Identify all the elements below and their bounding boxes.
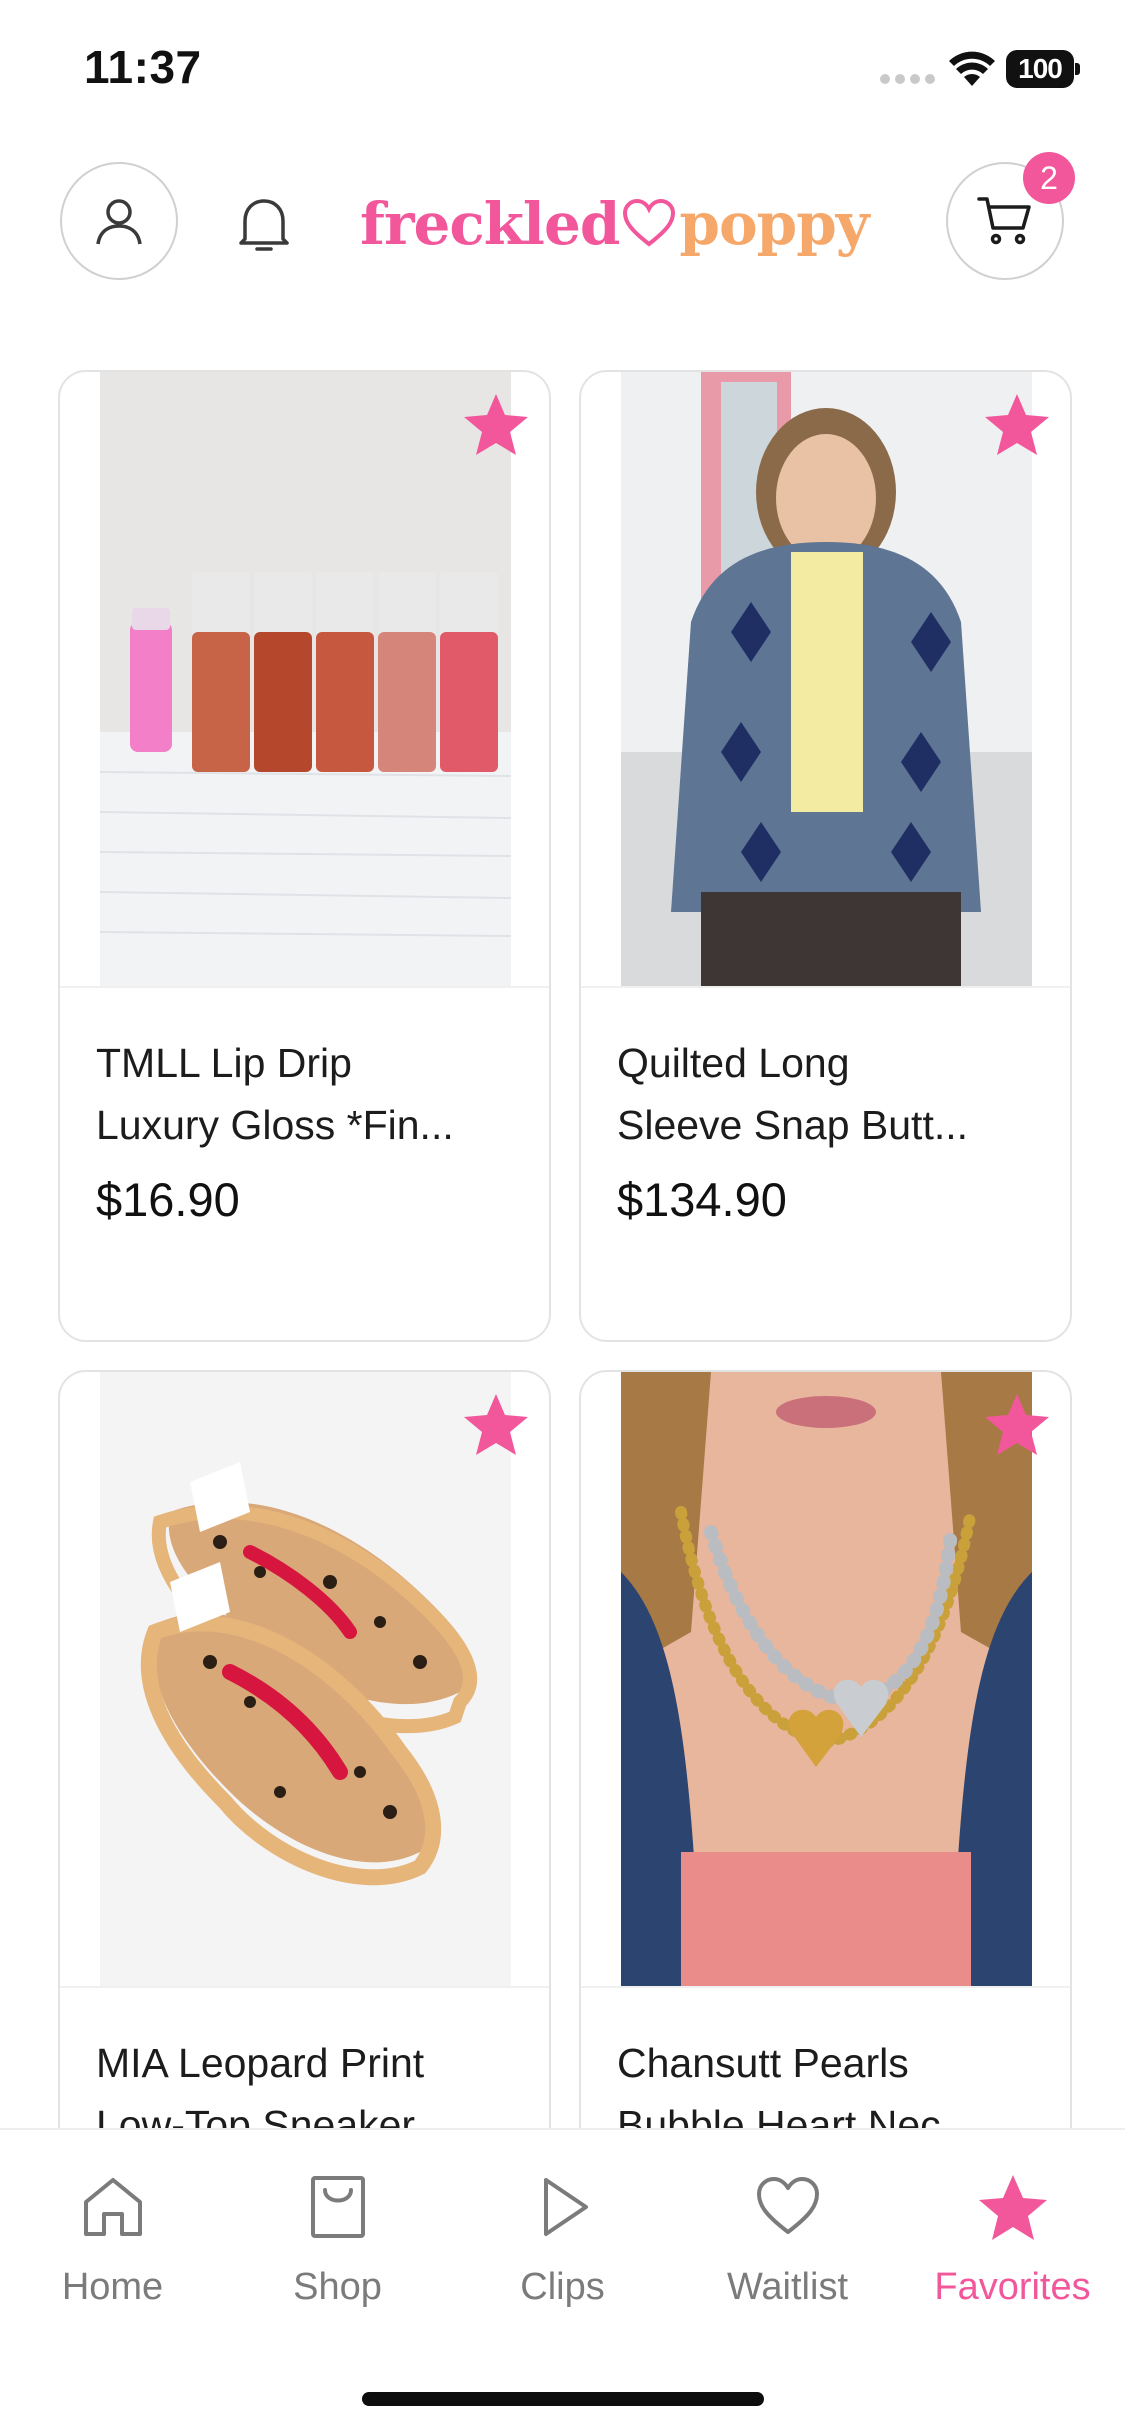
tab-label: Favorites xyxy=(934,2266,1091,2308)
product-card[interactable]: TMLL Lip Drip Luxury Gloss *Fin... $16.9… xyxy=(58,370,551,1342)
notifications-button[interactable] xyxy=(226,186,302,262)
tab-label: Home xyxy=(61,2266,164,2308)
battery-icon: 100 xyxy=(1006,50,1080,88)
app-screen: 11:37 100 freckled poppy 2 TMLL Lip Drip… xyxy=(0,0,1125,2436)
tab-favorites[interactable]: Favorites xyxy=(900,2130,1125,2330)
home-indicator[interactable] xyxy=(362,2392,764,2406)
product-image[interactable] xyxy=(621,372,1032,986)
status-bar: 11:37 100 xyxy=(0,0,1125,140)
heart-necklace-photo xyxy=(621,1372,1032,1986)
logo-text-poppy: poppy xyxy=(679,190,869,258)
tab-home[interactable]: Home xyxy=(0,2130,225,2330)
lip-gloss-photo xyxy=(100,372,511,986)
tab-waitlist[interactable]: Waitlist xyxy=(675,2130,900,2330)
cellular-signal-icon xyxy=(880,74,935,84)
logo-heart-icon xyxy=(623,198,676,247)
brand-logo: freckled poppy xyxy=(360,184,869,264)
home-icon xyxy=(83,2178,142,2236)
tab-shop[interactable]: Shop xyxy=(225,2130,450,2330)
tab-label: Waitlist xyxy=(726,2266,849,2308)
play-icon xyxy=(543,2178,588,2236)
cart-count-badge: 2 xyxy=(1023,152,1075,204)
cart-icon xyxy=(977,197,1031,245)
leopard-sneakers-photo xyxy=(100,1372,511,1986)
shopping-bag-icon xyxy=(310,2176,365,2238)
favorite-star-icon[interactable] xyxy=(461,390,531,460)
product-title[interactable]: TMLL Lip Drip Luxury Gloss *Fin... xyxy=(96,1032,526,1156)
product-image[interactable] xyxy=(100,1372,511,1986)
product-price: $134.90 xyxy=(617,1173,787,1226)
product-image[interactable] xyxy=(100,372,511,986)
favorite-star-icon[interactable] xyxy=(982,1390,1052,1460)
tab-clips[interactable]: Clips xyxy=(450,2130,675,2330)
quilted-jacket-photo xyxy=(621,372,1032,986)
product-image[interactable] xyxy=(621,1372,1032,1986)
tab-label: Shop xyxy=(293,2266,382,2308)
tab-label: Clips xyxy=(520,2266,605,2308)
product-price: $16.90 xyxy=(96,1173,240,1226)
app-header: freckled poppy 2 xyxy=(0,150,1125,290)
favorite-star-icon[interactable] xyxy=(461,1390,531,1460)
bottom-tab-bar: Home Shop Clips Waitlist Favorites xyxy=(0,2128,1125,2436)
battery-level: 100 xyxy=(1006,50,1074,88)
user-icon xyxy=(96,199,142,245)
bell-icon xyxy=(239,199,289,251)
product-card[interactable]: Quilted Long Sleeve Snap Butt... $134.90 xyxy=(579,370,1072,1342)
profile-button[interactable] xyxy=(60,162,178,280)
star-icon xyxy=(978,2175,1047,2240)
wifi-icon xyxy=(949,51,995,86)
status-time: 11:37 xyxy=(84,41,202,93)
product-title[interactable]: Quilted Long Sleeve Snap Butt... xyxy=(617,1032,1047,1156)
logo-text-freckled: freckled xyxy=(360,190,620,258)
favorite-star-icon[interactable] xyxy=(982,390,1052,460)
heart-icon xyxy=(756,2177,819,2234)
